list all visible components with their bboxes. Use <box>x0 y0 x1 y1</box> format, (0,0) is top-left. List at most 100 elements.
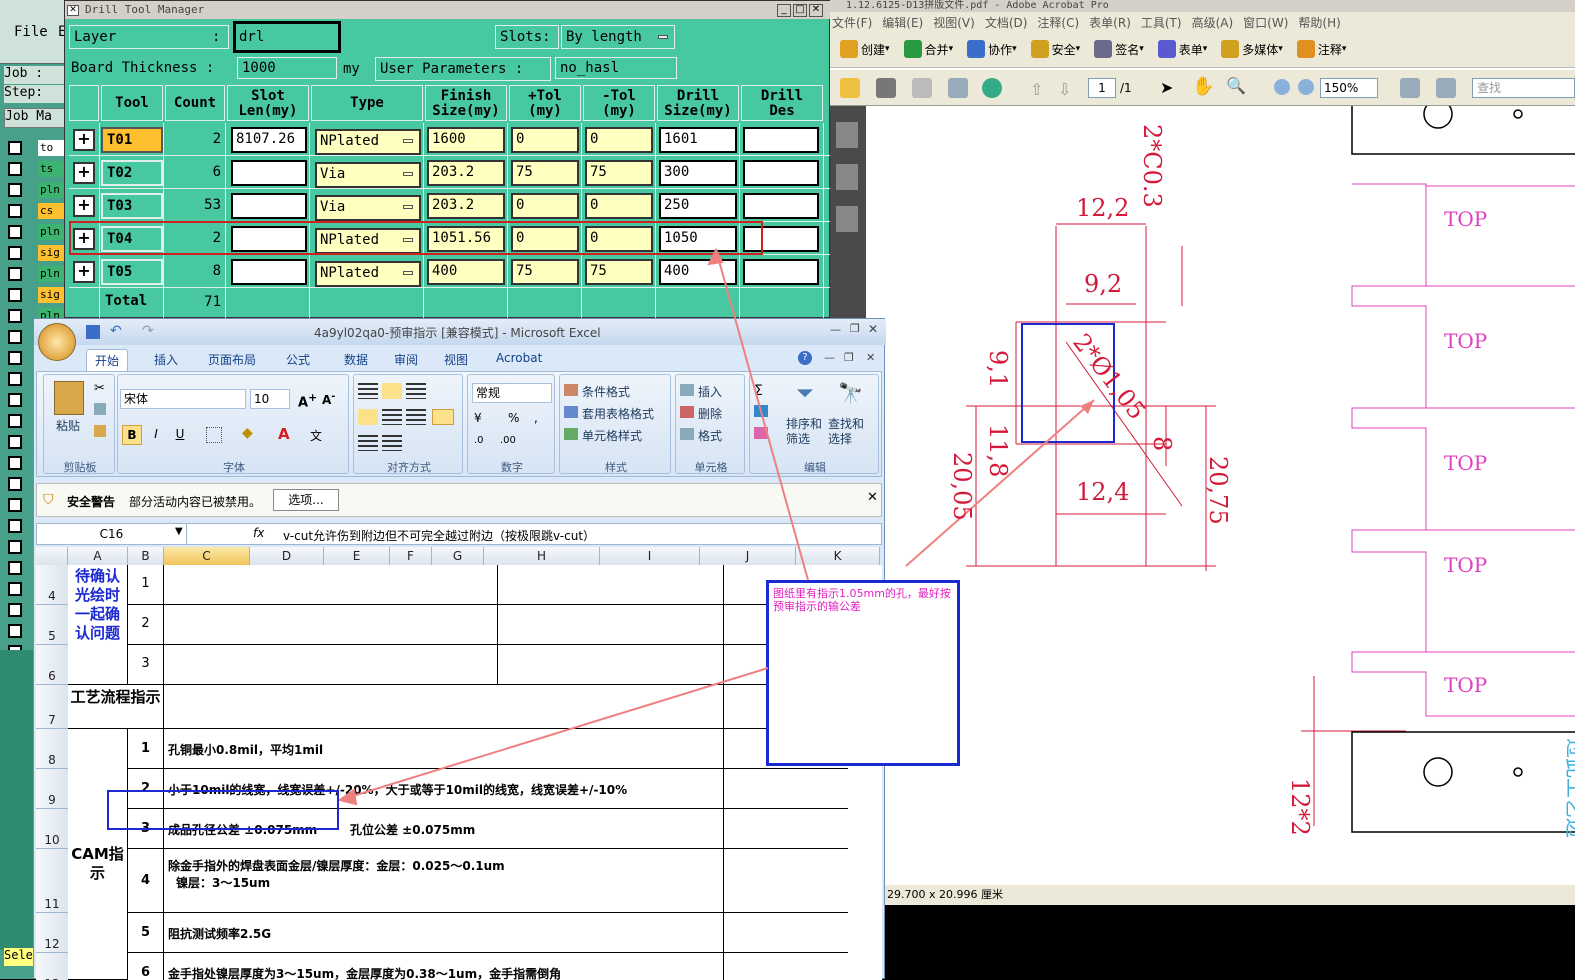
sort-filter-button[interactable]: 排序和 筛选 <box>786 417 822 447</box>
clear-icon[interactable] <box>754 427 768 439</box>
layer-checkbox[interactable] <box>8 456 22 470</box>
percent-icon[interactable]: % <box>508 411 519 425</box>
align-right-icon[interactable] <box>406 409 426 425</box>
align-middle-icon[interactable] <box>382 383 402 399</box>
task-button[interactable]: 合并 ▾ <box>903 40 953 58</box>
pages-icon[interactable] <box>836 122 858 148</box>
acrobat-menu-item[interactable]: 文档(D) <box>985 16 1028 30</box>
shrink-font-icon[interactable]: A- <box>322 391 335 407</box>
expand-icon[interactable]: + <box>73 129 95 151</box>
acrobat-menu-item[interactable]: 工具(T) <box>1141 16 1182 30</box>
outdent-icon[interactable] <box>382 435 402 451</box>
doc-close-icon[interactable]: ✕ <box>866 351 875 364</box>
cell-h-i[interactable] <box>498 645 724 685</box>
ribbon-tab[interactable]: 页面布局 <box>200 349 264 371</box>
layer-row[interactable]: pln <box>6 222 70 243</box>
cell-j[interactable] <box>724 953 848 980</box>
prev-page-icon[interactable]: ⇧ <box>1030 80 1043 99</box>
border-icon[interactable] <box>206 427 222 443</box>
plus-tol-input[interactable]: 75 <box>511 259 579 285</box>
font-name-select[interactable]: 宋体 <box>120 389 246 409</box>
paste-button[interactable]: 粘贴 <box>56 417 80 434</box>
task-button[interactable]: 协作 ▾ <box>967 40 1017 58</box>
formula-input[interactable]: v-cut允许伤到附边但不可完全越过附边（按极限跳v-cut） <box>283 527 595 544</box>
row-header[interactable]: 10 <box>36 809 68 849</box>
board-thickness-input[interactable]: 1000 <box>237 57 337 79</box>
web-icon[interactable] <box>982 78 1002 98</box>
tool-button[interactable]: T03 <box>101 193 163 219</box>
acrobat-menu-item[interactable]: 编辑(E) <box>882 16 923 30</box>
maximize-icon[interactable]: □ <box>793 4 807 17</box>
drill-size-input[interactable]: 1601 <box>659 127 737 153</box>
merge-center-icon[interactable] <box>432 409 454 425</box>
type-select[interactable]: Via <box>315 195 421 221</box>
finish-size-input[interactable]: 203.2 <box>427 160 505 186</box>
layer-checkbox[interactable] <box>8 414 22 428</box>
select-all-corner[interactable] <box>36 547 68 565</box>
cell-h-i[interactable] <box>498 605 724 645</box>
job-manager-button[interactable]: Job Ma <box>4 108 70 128</box>
column-header[interactable]: B <box>128 547 164 565</box>
indent-icon[interactable] <box>358 435 378 451</box>
cell-item[interactable]: 小于10mil的线宽，线宽误差+/-20%，大于或等于10mil的线宽，线宽误差… <box>164 769 724 809</box>
finish-size-input[interactable]: 400 <box>427 259 505 285</box>
format-cells-button[interactable]: 格式 <box>698 427 722 444</box>
ribbon-tab[interactable]: 数据 <box>336 349 376 371</box>
print-icon[interactable] <box>876 78 896 98</box>
layer-checkbox[interactable] <box>8 267 22 281</box>
security-options-button[interactable]: 选项... <box>273 489 339 511</box>
name-box-dropdown-icon[interactable]: ▼ <box>175 526 183 537</box>
slot-length-input[interactable]: 8107.26 <box>231 127 307 153</box>
align-left-icon[interactable] <box>358 409 378 425</box>
layer-row[interactable]: ts <box>6 159 70 180</box>
restore-icon[interactable]: ❐ <box>850 322 860 335</box>
layer-checkbox[interactable] <box>8 498 22 512</box>
close-icon[interactable]: ✕ <box>868 322 878 336</box>
paste-icon[interactable] <box>54 381 84 415</box>
minus-tol-input[interactable]: 75 <box>585 160 653 186</box>
layer-checkbox[interactable] <box>8 246 22 260</box>
drill-des-input[interactable] <box>743 193 819 219</box>
conditional-format-button[interactable]: 条件格式 <box>582 383 630 400</box>
find-select-button[interactable]: 查找和 选择 <box>828 417 864 447</box>
acrobat-menu-item[interactable]: 高级(A) <box>1192 16 1234 30</box>
cell-b[interactable]: 2 <box>128 605 164 645</box>
font-color-icon[interactable]: A <box>278 425 290 443</box>
hand-tool-icon[interactable]: ✋ <box>1192 76 1214 97</box>
layer-row[interactable]: cs <box>6 201 70 222</box>
layer-checkbox[interactable] <box>8 183 22 197</box>
cell-c-g[interactable] <box>164 605 498 645</box>
sort-filter-icon[interactable]: ⏷ <box>796 381 814 406</box>
cell-b[interactable]: 5 <box>128 913 164 953</box>
next-page-icon[interactable]: ⇩ <box>1058 80 1071 99</box>
cell-j[interactable] <box>724 769 848 809</box>
finish-size-input[interactable]: 1600 <box>427 127 505 153</box>
task-button[interactable]: 表单 ▾ <box>1157 40 1207 58</box>
delete-cells-button[interactable]: 删除 <box>698 405 722 422</box>
cell-item[interactable]: 成品孔径公差 ±0.075mm 孔位公差 ±0.075mm <box>164 809 724 849</box>
redo-icon[interactable]: ↷ <box>142 323 154 339</box>
cell-c-g[interactable] <box>164 565 498 605</box>
cell-b[interactable]: 1 <box>128 565 164 605</box>
cell-styles-button[interactable]: 单元格样式 <box>582 427 642 444</box>
column-header[interactable]: E <box>324 547 390 565</box>
save-icon[interactable] <box>912 78 932 98</box>
sum-icon[interactable]: Σ <box>754 383 763 399</box>
drill-des-input[interactable] <box>743 259 819 285</box>
ribbon-tab[interactable]: Acrobat <box>488 349 550 371</box>
fit-page-icon[interactable] <box>1400 78 1420 98</box>
drill-size-input[interactable]: 400 <box>659 259 737 285</box>
slot-length-input[interactable] <box>231 193 307 219</box>
italic-icon[interactable]: I <box>146 425 166 445</box>
undo-icon[interactable]: ↶ <box>110 323 122 339</box>
select-tool-icon[interactable]: ➤ <box>1160 78 1173 97</box>
format-painter-icon[interactable] <box>94 425 106 437</box>
ribbon-tab[interactable]: 插入 <box>146 349 186 371</box>
drill-size-input[interactable]: 250 <box>659 193 737 219</box>
layer-checkbox[interactable] <box>8 309 22 323</box>
layer-checkbox[interactable] <box>8 372 22 386</box>
cell-item[interactable]: 金手指处镍层厚度为3～15um，金层厚度为0.38～1um，金手指需倒角 <box>164 953 724 980</box>
phonetic-icon[interactable]: 文 <box>310 427 322 444</box>
grow-font-icon[interactable]: A+ <box>298 391 317 410</box>
tool-button[interactable]: T05 <box>101 259 163 285</box>
